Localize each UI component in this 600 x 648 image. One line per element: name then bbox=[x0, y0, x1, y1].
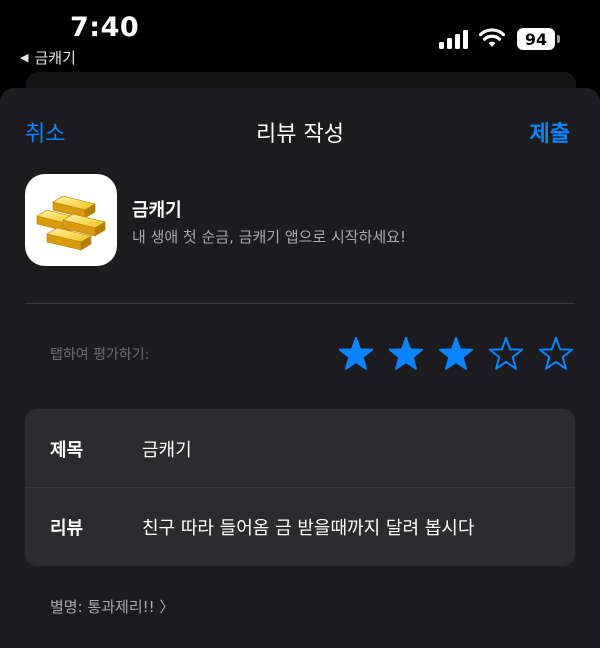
star-empty-icon[interactable] bbox=[538, 336, 574, 372]
status-time: 7:40 bbox=[70, 12, 140, 43]
battery-level: 94 bbox=[517, 28, 555, 50]
cellular-signal-icon bbox=[439, 29, 469, 49]
section-divider bbox=[25, 303, 575, 304]
star-filled-icon[interactable] bbox=[438, 336, 474, 372]
review-label: 리뷰 bbox=[50, 518, 84, 539]
back-arrow-icon: ◀ bbox=[20, 51, 29, 64]
cancel-button[interactable]: 취소 bbox=[25, 116, 65, 148]
app-name: 금캐기 bbox=[132, 200, 182, 221]
battery-cap bbox=[557, 35, 560, 43]
rating-label: 탭하여 평가하기: bbox=[50, 347, 150, 363]
star-rating[interactable] bbox=[338, 336, 574, 374]
form-divider bbox=[25, 487, 575, 488]
gold-bars-icon bbox=[25, 174, 117, 266]
wifi-icon bbox=[478, 28, 506, 47]
star-empty-icon[interactable] bbox=[488, 336, 524, 372]
title-field[interactable]: 금캐기 bbox=[142, 436, 192, 462]
page-title: 리뷰 작성 bbox=[256, 122, 344, 147]
back-app-label: 금캐기 bbox=[34, 49, 76, 67]
star-filled-icon[interactable] bbox=[388, 336, 424, 372]
back-to-app-link[interactable]: ◀ 금캐기 bbox=[20, 47, 76, 68]
nickname-link[interactable]: 별명: 통과제리!! 〉 bbox=[50, 596, 174, 617]
star-filled-icon[interactable] bbox=[338, 336, 374, 372]
title-label: 제목 bbox=[50, 440, 84, 461]
review-field[interactable]: 친구 따라 들어옴 금 받을때까지 달려 봅시다 bbox=[142, 514, 474, 540]
app-subtitle: 내 생애 첫 순금, 금캐기 앱으로 시작하세요! bbox=[132, 228, 406, 246]
submit-button[interactable]: 제출 bbox=[530, 116, 570, 148]
